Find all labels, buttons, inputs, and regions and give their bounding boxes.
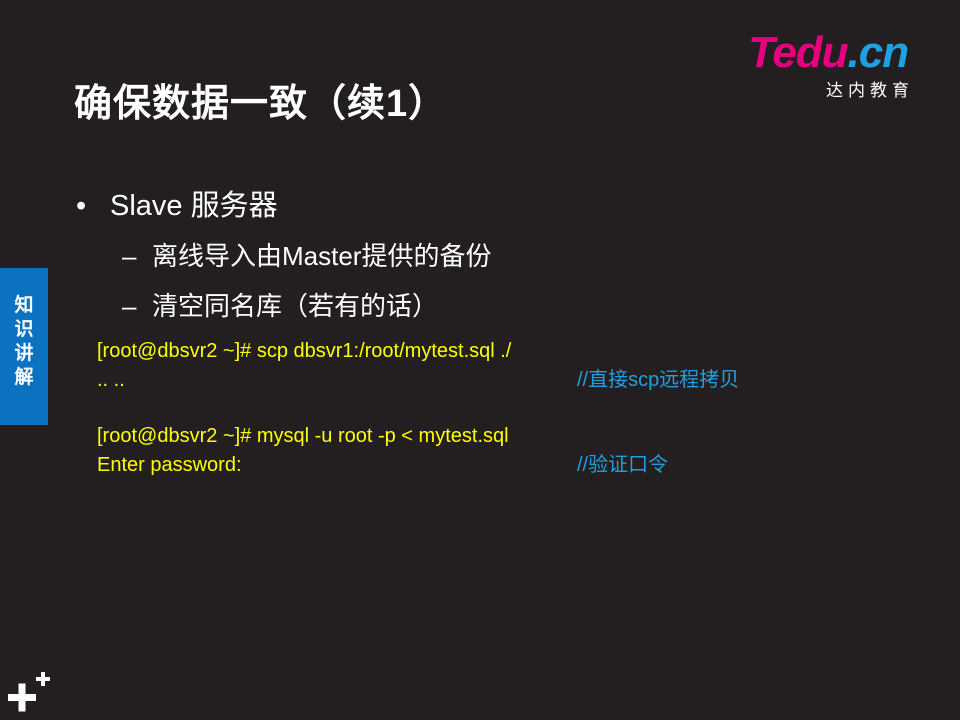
slide-title: 确保数据一致（续1） [74,83,448,125]
logo-t: T [748,28,773,77]
sub-bullet-clear-db: – 清空同名库（若有的话） [122,286,438,323]
side-tab-char-1: 知 [14,295,34,316]
code-line-scp: [root@dbsvr2 ~]# scp dbsvr1:/root/mytest… [97,340,512,362]
logo-edu: edu [772,28,848,77]
logo-dot: . [847,28,859,77]
bullet-slave-server: • Slave 服务器 [76,182,278,224]
code-comment-scp: //直接scp远程拷贝 [577,369,740,391]
sub-bullet-text: 离线导入由Master提供的备份 [152,241,492,271]
tedu-logo: Tedu.cn 达内教育 [748,28,938,100]
sub-bullet-marker: – [122,241,137,271]
plus-plus-icon [8,672,50,712]
bullet-text: Slave 服务器 [110,190,278,222]
side-tab-char-4: 解 [14,367,34,388]
side-tab-label: 知 识 讲 解 [0,294,48,390]
sub-bullet-import-backup: – 离线导入由Master提供的备份 [122,236,491,273]
code-line-password: Enter password: [97,454,242,476]
slide: 确保数据一致（续1） Tedu.cn 达内教育 知 识 讲 解 • Slave 服… [0,0,960,720]
side-tab-char-2: 识 [14,319,34,340]
sub-bullet-text: 清空同名库（若有的话） [152,291,439,321]
sub-bullet-marker: – [122,291,137,321]
logo-wordmark: Tedu.cn [748,28,909,78]
code-comment-password: //验证口令 [577,454,669,476]
side-tab-knowledge: 知 识 讲 解 [0,268,48,425]
code-line-ellipsis: .. .. [97,369,125,391]
logo-cn: cn [858,28,909,77]
logo-subtitle: 达内教育 [826,81,914,100]
code-line-mysql: [root@dbsvr2 ~]# mysql -u root -p < myte… [97,425,509,447]
bullet-marker: • [76,190,87,222]
side-tab-char-3: 讲 [14,343,34,364]
